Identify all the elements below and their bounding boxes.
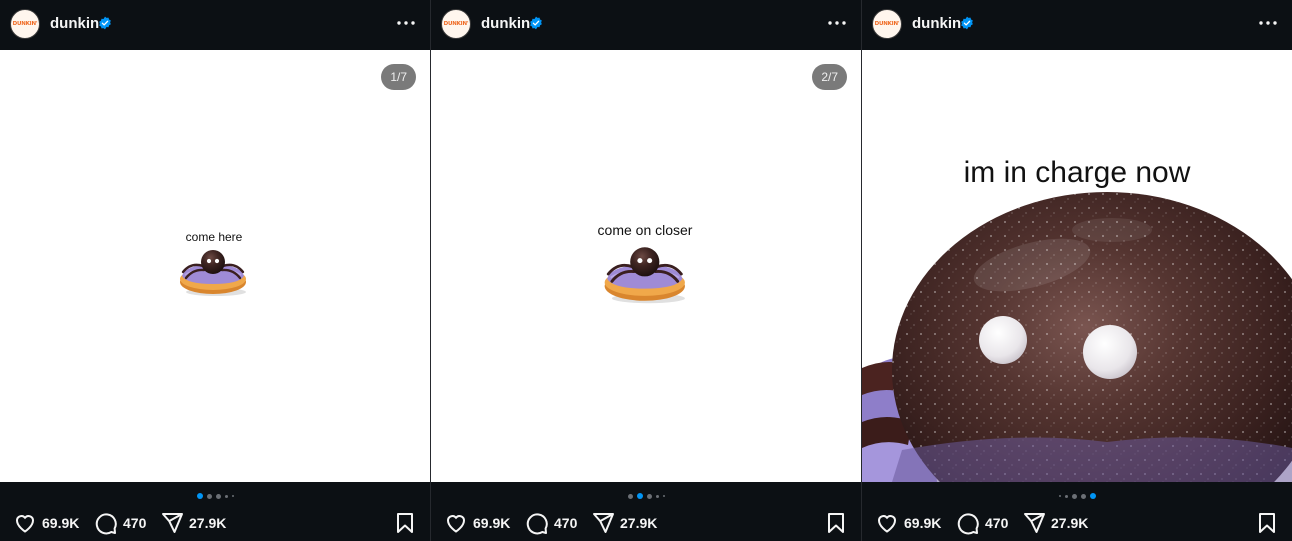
carousel-dot [655, 494, 659, 498]
carousel-dot [206, 493, 212, 499]
carousel-dot-active [636, 493, 643, 499]
share-count: 27.9K [189, 515, 227, 531]
username[interactable]: dunkin [912, 15, 961, 32]
carousel-indicator [862, 491, 1292, 501]
comment-count: 470 [554, 515, 578, 531]
verified-badge-icon [530, 16, 542, 30]
verified-badge-icon [99, 16, 111, 30]
paper-plane-icon [1024, 513, 1045, 533]
carousel-dot [627, 493, 633, 499]
comment-button[interactable]: 470 [525, 511, 577, 535]
post-header: DUNKIN' dunkin [862, 0, 1292, 48]
spider-donut-closeup-image [862, 192, 1292, 482]
avatar[interactable]: DUNKIN' [10, 9, 40, 39]
bookmark-icon[interactable] [394, 512, 416, 534]
avatar-logo-text: DUNKIN' [874, 21, 900, 27]
action-bar: 69.9K 470 27.9K [431, 508, 861, 538]
username[interactable]: dunkin [50, 15, 99, 32]
carousel-dot [662, 495, 665, 497]
username[interactable]: dunkin [481, 15, 530, 32]
bookmark-icon[interactable] [1256, 512, 1278, 534]
avatar[interactable]: DUNKIN' [872, 9, 902, 39]
paper-plane-icon [593, 513, 614, 533]
avatar[interactable]: DUNKIN' [441, 9, 471, 39]
paper-plane-icon [162, 513, 183, 533]
like-button[interactable]: 69.9K [13, 511, 79, 535]
like-count: 69.9K [473, 515, 511, 531]
carousel-dot [231, 495, 234, 497]
comment-bubble-icon [526, 513, 548, 535]
share-count: 27.9K [1051, 515, 1089, 531]
share-button[interactable]: 27.9K [591, 511, 657, 535]
carousel-dot-active [1089, 493, 1096, 499]
carousel-indicator [0, 491, 430, 501]
carousel-indicator [431, 491, 861, 501]
carousel-dot [224, 494, 228, 498]
more-options-icon[interactable] [827, 13, 847, 33]
avatar-logo-text: DUNKIN' [443, 21, 469, 27]
post-media[interactable]: 1/7 come here [0, 50, 430, 482]
spider-donut-image [180, 250, 246, 296]
heart-icon [446, 515, 466, 533]
post-card-3: DUNKIN' dunkin im in charge now 69.9K 47… [862, 0, 1292, 541]
carousel-dot [646, 493, 652, 499]
meme-caption: come on closer [597, 222, 693, 238]
heart-icon [15, 515, 35, 533]
meme-caption: come here [185, 230, 243, 244]
share-button[interactable]: 27.9K [160, 511, 226, 535]
share-button[interactable]: 27.9K [1022, 511, 1088, 535]
avatar-logo-text: DUNKIN' [12, 21, 38, 27]
comment-count: 470 [123, 515, 147, 531]
comment-bubble-icon [957, 513, 979, 535]
post-media[interactable]: im in charge now [862, 50, 1292, 482]
like-count: 69.9K [42, 515, 80, 531]
post-card-1: DUNKIN' dunkin 1/7 come here 69.9K 470 2… [0, 0, 430, 541]
comment-count: 470 [985, 515, 1009, 531]
post-header: DUNKIN' dunkin [431, 0, 861, 48]
like-count: 69.9K [904, 515, 942, 531]
comment-button[interactable]: 470 [94, 511, 146, 535]
carousel-dot [1071, 493, 1077, 499]
carousel-dot [1058, 495, 1061, 497]
comment-bubble-icon [95, 513, 117, 535]
post-card-2: DUNKIN' dunkin 2/7 come on closer 69.9K … [431, 0, 861, 541]
more-options-icon[interactable] [396, 13, 416, 33]
share-count: 27.9K [620, 515, 658, 531]
verified-badge-icon [961, 16, 973, 30]
like-button[interactable]: 69.9K [444, 511, 510, 535]
like-button[interactable]: 69.9K [875, 511, 941, 535]
action-bar: 69.9K 470 27.9K [0, 508, 430, 538]
spider-donut-image [604, 247, 685, 304]
more-options-icon[interactable] [1258, 13, 1278, 33]
post-header: DUNKIN' dunkin [0, 0, 430, 48]
heart-icon [877, 515, 897, 533]
carousel-dot [1064, 494, 1068, 498]
slide-counter: 1/7 [381, 64, 416, 90]
bookmark-icon[interactable] [825, 512, 847, 534]
comment-button[interactable]: 470 [956, 511, 1008, 535]
post-media[interactable]: 2/7 come on closer [431, 50, 861, 482]
action-bar: 69.9K 470 27.9K [862, 508, 1292, 538]
carousel-dot-active [196, 493, 203, 499]
carousel-dot [1080, 493, 1086, 499]
meme-caption: im in charge now [963, 156, 1191, 189]
carousel-dot [215, 493, 221, 499]
slide-counter: 2/7 [812, 64, 847, 90]
